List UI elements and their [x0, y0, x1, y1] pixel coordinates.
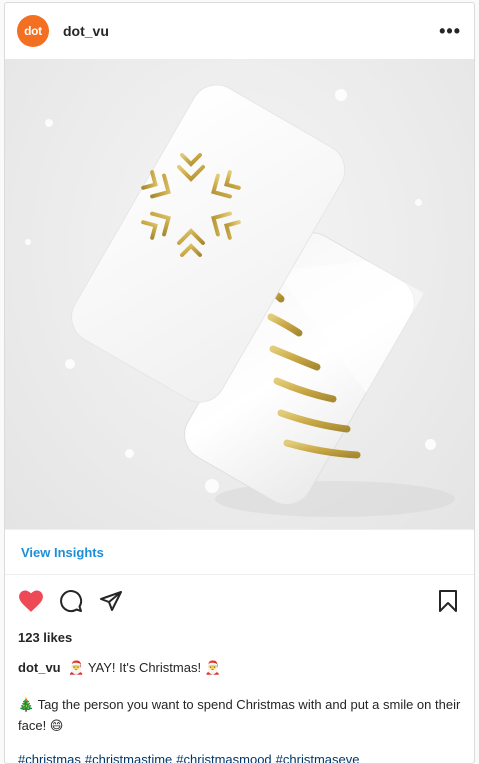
caption-username[interactable]: dot_vu	[18, 660, 61, 675]
view-insights-link[interactable]: View Insights	[21, 545, 104, 560]
hashtag-link[interactable]: #christmas	[18, 752, 81, 763]
avatar[interactable]: dot	[17, 15, 49, 47]
post-image[interactable]	[5, 59, 474, 529]
bookmark-icon	[439, 590, 457, 612]
caption: dot_vu 🎅 YAY! It's Christmas! 🎅 🎄 Tag th…	[5, 657, 474, 736]
avatar-text: dot	[24, 24, 42, 38]
christmas-cards-illustration	[71, 84, 455, 517]
post-header: dot dot_vu •••	[5, 3, 474, 59]
action-bar	[5, 575, 474, 627]
share-button[interactable]	[97, 587, 125, 615]
insights-bar: View Insights	[5, 529, 474, 575]
username[interactable]: dot_vu	[63, 23, 109, 39]
hashtag-link[interactable]: #christmasmood	[176, 752, 271, 763]
comment-icon	[60, 590, 83, 613]
caption-line-1: dot_vu 🎅 YAY! It's Christmas! 🎅	[18, 657, 461, 678]
more-horizontal-icon[interactable]: •••	[439, 22, 461, 40]
save-button[interactable]	[434, 587, 462, 615]
hashtag-link[interactable]: #christmastime	[85, 752, 172, 763]
caption-text-1: 🎅 YAY! It's Christmas! 🎅	[68, 660, 221, 675]
instagram-post: dot dot_vu ••• View Insights 123 likes d…	[4, 2, 475, 764]
caption-text-2: 🎄 Tag the person you want to spend Chris…	[18, 697, 461, 733]
hashtags: #christmas #christmastime #christmasmood #c…	[5, 752, 474, 763]
like-button[interactable]	[17, 587, 45, 615]
comment-button[interactable]	[57, 587, 85, 615]
hashtag-link[interactable]: #christmaseve	[276, 752, 360, 763]
share-icon	[100, 591, 122, 611]
heart-filled-icon	[19, 590, 43, 612]
likes-count[interactable]: 123 likes	[5, 627, 474, 649]
